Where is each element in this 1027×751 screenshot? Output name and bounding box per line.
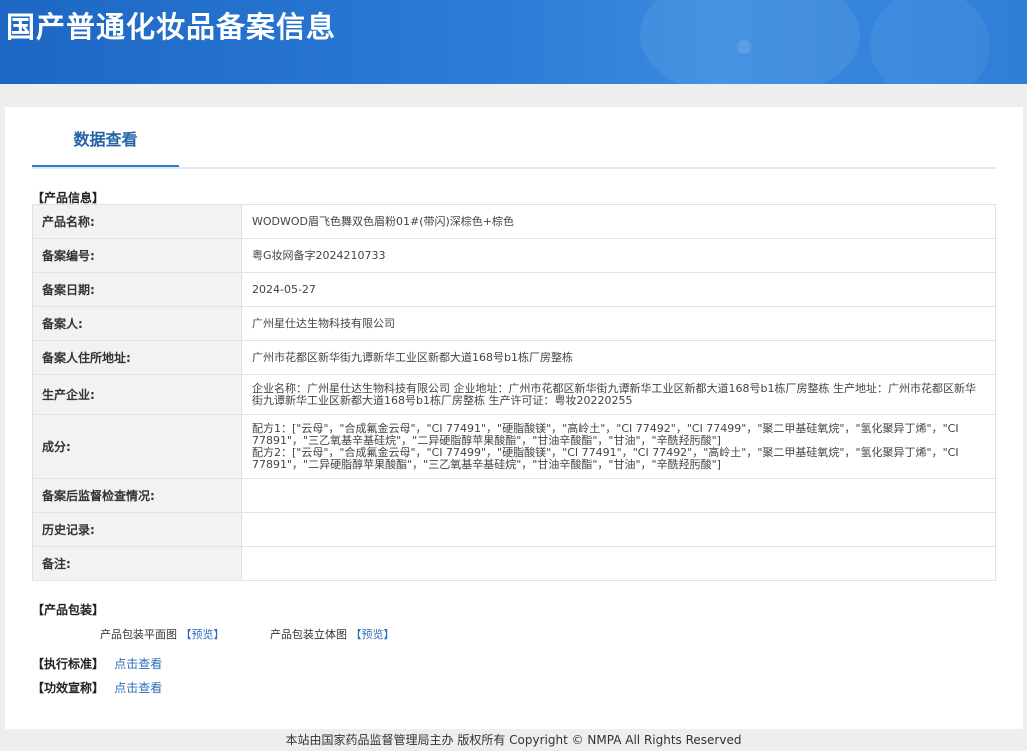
row-value [241, 546, 996, 581]
table-row: 备案人住所地址: 广州市花都区新华街九谭新华工业区新都大道168号b1栋厂房整栋 [32, 340, 996, 375]
section-packaging: 【产品包装】 [32, 603, 105, 617]
tab-data-view[interactable]: 数据查看 [32, 121, 179, 167]
row-value: 企业名称：广州星仕达生物科技有限公司 企业地址：广州市花都区新华街九谭新华工业区… [241, 374, 996, 415]
table-row: 历史记录: [32, 512, 996, 547]
page-title: 国产普通化妆品备案信息 [6, 10, 337, 44]
row-value: WODWOD眉飞色舞双色眉粉01#(带闪)深棕色+棕色 [241, 204, 996, 239]
standard-view-link[interactable]: 点击查看 [114, 657, 162, 671]
row-label: 产品名称: [32, 204, 242, 239]
row-label: 生产企业: [32, 374, 242, 415]
content-panel: 数据查看 【产品信息】 产品名称: WODWOD眉飞色舞双色眉粉01#(带闪)深… [5, 107, 1023, 729]
row-value: 广州市花都区新华街九谭新华工业区新都大道168号b1栋厂房整栋 [241, 340, 996, 375]
row-value: 2024-05-27 [241, 272, 996, 307]
packaging-flat: 产品包装平面图 【预览】 [100, 626, 225, 642]
formula-line: 配方1：["云母"，"合成氟金云母"，"CI 77491"，"硬脂酸镁"，"高岭… [252, 421, 959, 447]
section-efficacy: 【功效宣称】 点击查看 [32, 679, 162, 696]
row-label: 备案人住所地址: [32, 340, 242, 375]
footer: 本站由国家药品监督管理局主办 版权所有 Copyright © NMPA All… [0, 729, 1027, 751]
row-label: 备案日期: [32, 272, 242, 307]
row-label: 历史记录: [32, 512, 242, 547]
table-row: 备注: [32, 546, 996, 581]
header-banner: 国产普通化妆品备案信息 [0, 0, 1027, 84]
row-value: 粤G妆网备字2024210733 [241, 238, 996, 273]
row-label: 备案后监督检查情况: [32, 478, 242, 513]
banner-decoration [870, 0, 990, 84]
formula-line: 配方2：["云母"，"合成氟金云母"，"CI 77499"，"硬脂酸镁"，"CI… [252, 445, 959, 471]
packaging-solid: 产品包装立体图 【预览】 [270, 626, 395, 642]
table-row: 备案日期: 2024-05-27 [32, 272, 996, 307]
section-standard-label: 【执行标准】 [32, 657, 105, 671]
row-label: 备注: [32, 546, 242, 581]
row-value [241, 478, 996, 513]
table-row: 成分: 配方1：["云母"，"合成氟金云母"，"CI 77491"，"硬脂酸镁"… [32, 414, 996, 479]
efficacy-view-link[interactable]: 点击查看 [114, 681, 162, 695]
table-row: 生产企业: 企业名称：广州星仕达生物科技有限公司 企业地址：广州市花都区新华街九… [32, 374, 996, 415]
row-label: 成分: [32, 414, 242, 479]
table-row: 产品名称: WODWOD眉飞色舞双色眉粉01#(带闪)深棕色+棕色 [32, 204, 996, 239]
packaging-flat-preview-link[interactable]: 【预览】 [181, 628, 225, 641]
row-value: 配方1：["云母"，"合成氟金云母"，"CI 77491"，"硬脂酸镁"，"高岭… [241, 414, 996, 479]
table-row: 备案编号: 粤G妆网备字2024210733 [32, 238, 996, 273]
product-info-table: 产品名称: WODWOD眉飞色舞双色眉粉01#(带闪)深棕色+棕色 备案编号: … [32, 204, 996, 581]
banner-decoration [737, 40, 751, 54]
table-row: 备案后监督检查情况: [32, 478, 996, 513]
row-label: 备案人: [32, 306, 242, 341]
row-value [241, 512, 996, 547]
packaging-flat-label: 产品包装平面图 [100, 628, 177, 641]
row-label: 备案编号: [32, 238, 242, 273]
tab-bar: 数据查看 [32, 121, 996, 169]
section-standard: 【执行标准】 点击查看 [32, 655, 162, 672]
packaging-solid-preview-link[interactable]: 【预览】 [351, 628, 395, 641]
row-value: 广州星仕达生物科技有限公司 [241, 306, 996, 341]
banner-decoration [640, 0, 860, 84]
table-row: 备案人: 广州星仕达生物科技有限公司 [32, 306, 996, 341]
section-efficacy-label: 【功效宣称】 [32, 681, 105, 695]
packaging-solid-label: 产品包装立体图 [270, 628, 347, 641]
